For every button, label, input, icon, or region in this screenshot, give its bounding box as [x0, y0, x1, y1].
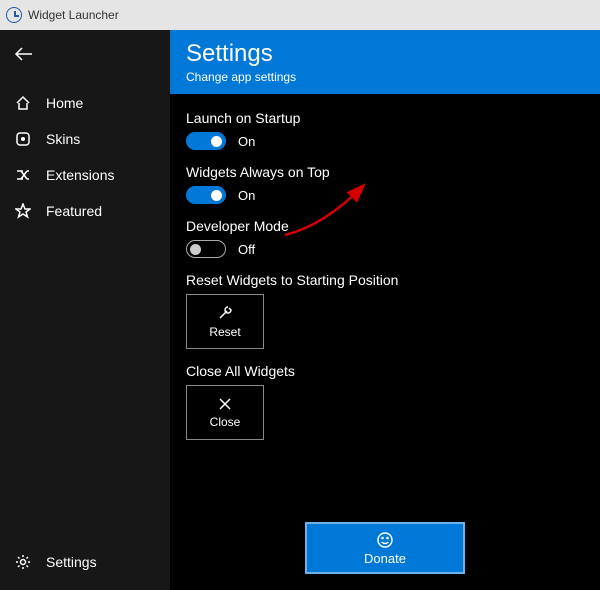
sidebar-item-label: Featured	[46, 203, 102, 219]
home-icon	[14, 94, 32, 112]
setting-label: Reset Widgets to Starting Position	[186, 272, 584, 288]
main-panel: Settings Change app settings Launch on S…	[170, 30, 600, 590]
toggle-state: Off	[238, 242, 255, 257]
page-subtitle: Change app settings	[186, 70, 584, 84]
toggle-developer-mode[interactable]	[186, 240, 226, 258]
skins-icon	[14, 130, 32, 148]
close-all-button[interactable]: Close	[186, 385, 264, 440]
extensions-icon	[14, 166, 32, 184]
setting-close-all: Close All Widgets Close	[186, 363, 584, 440]
smiley-icon	[376, 531, 394, 549]
settings-content: Launch on Startup On Widgets Always on T…	[170, 94, 600, 522]
toggle-state: On	[238, 134, 255, 149]
sidebar-item-label: Skins	[46, 131, 80, 147]
toggle-launch-startup[interactable]	[186, 132, 226, 150]
donate-button[interactable]: Donate	[305, 522, 465, 574]
sidebar-footer: Settings	[0, 544, 170, 590]
setting-label: Developer Mode	[186, 218, 584, 234]
setting-label: Widgets Always on Top	[186, 164, 584, 180]
sidebar-item-label: Home	[46, 95, 83, 111]
sidebar-item-skins[interactable]: Skins	[0, 121, 170, 157]
sidebar-item-featured[interactable]: Featured	[0, 193, 170, 229]
app-icon	[6, 7, 22, 23]
nav-list: Home Skins Extensions Featured	[0, 85, 170, 544]
setting-developer-mode: Developer Mode Off	[186, 218, 584, 258]
button-label: Reset	[209, 325, 240, 339]
toggle-state: On	[238, 188, 255, 203]
button-label: Close	[210, 415, 241, 429]
window-title: Widget Launcher	[28, 8, 119, 22]
setting-reset: Reset Widgets to Starting Position Reset	[186, 272, 584, 349]
sidebar-item-label: Extensions	[46, 167, 114, 183]
setting-launch-startup: Launch on Startup On	[186, 110, 584, 150]
sidebar-item-extensions[interactable]: Extensions	[0, 157, 170, 193]
setting-label: Close All Widgets	[186, 363, 584, 379]
star-icon	[14, 202, 32, 220]
reset-button[interactable]: Reset	[186, 294, 264, 349]
button-label: Donate	[364, 551, 406, 566]
sidebar-item-settings[interactable]: Settings	[0, 544, 170, 580]
close-icon	[218, 397, 232, 411]
setting-label: Launch on Startup	[186, 110, 584, 126]
gear-icon	[14, 553, 32, 571]
back-button[interactable]	[0, 38, 170, 75]
wrench-icon	[217, 305, 233, 321]
setting-always-on-top: Widgets Always on Top On	[186, 164, 584, 204]
window-titlebar: Widget Launcher	[0, 0, 600, 30]
app-body: Home Skins Extensions Featured	[0, 30, 600, 590]
sidebar: Home Skins Extensions Featured	[0, 30, 170, 590]
sidebar-item-home[interactable]: Home	[0, 85, 170, 121]
page-header: Settings Change app settings	[170, 30, 600, 94]
page-title: Settings	[186, 40, 584, 68]
back-arrow-icon	[14, 46, 34, 62]
sidebar-item-label: Settings	[46, 554, 97, 570]
toggle-always-on-top[interactable]	[186, 186, 226, 204]
